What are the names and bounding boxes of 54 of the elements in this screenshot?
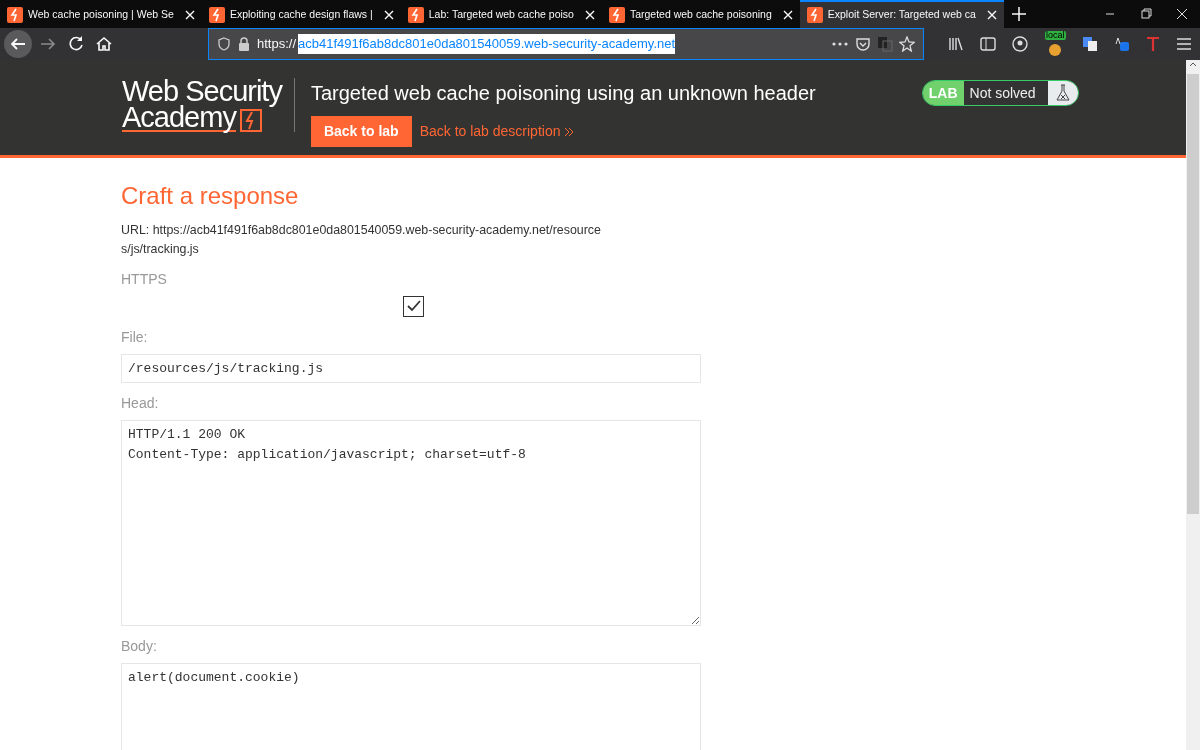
- t-letter-icon[interactable]: [1146, 36, 1160, 52]
- lightning-icon: [806, 7, 823, 23]
- plus-icon: [1011, 7, 1026, 21]
- close-icon[interactable]: [584, 10, 595, 20]
- lab-label: LAB: [922, 81, 964, 105]
- field-label: Body:: [121, 637, 158, 657]
- close-icon[interactable]: [986, 10, 997, 20]
- text-area[interactable]: alert(document.cookie): [121, 663, 701, 750]
- close-icon[interactable]: [184, 10, 195, 20]
- address-bar[interactable]: https://acb41f491f6ab8dc801e0da801540059.web-security-academy.net: [208, 28, 924, 60]
- browser-tab[interactable]: Web cache poisoning | Web Se: [0, 0, 202, 28]
- double-chevron-icon: [564, 126, 575, 137]
- field-label: HTTPS: [121, 269, 168, 289]
- browser-tab[interactable]: Targeted web cache poisoning: [601, 0, 800, 28]
- library-icon[interactable]: [948, 36, 964, 52]
- text-area[interactable]: HTTP/1.1 200 OK Content-Type: application/javascript; charset=utf-8: [121, 420, 701, 627]
- lightning-icon: [208, 7, 225, 23]
- browser-tab[interactable]: Exploit Server: Targeted web ca: [799, 0, 1004, 28]
- page-title: Targeted web cache poisoning using an unknown header: [310, 81, 816, 106]
- account-icon[interactable]: [1012, 36, 1028, 52]
- text-field[interactable]: /resources/js/tracking.js: [121, 353, 701, 384]
- scrollbar-thumb[interactable]: [1187, 74, 1199, 514]
- url-scheme: https://: [257, 35, 297, 54]
- lock-icon: [237, 37, 251, 51]
- translate-icon[interactable]: [1114, 36, 1130, 52]
- google-translate-icon[interactable]: [1082, 36, 1098, 52]
- restore-icon: [1139, 7, 1153, 21]
- pocket-icon[interactable]: [855, 36, 871, 52]
- lightning-icon: [608, 7, 625, 23]
- star-icon[interactable]: [899, 36, 915, 52]
- menu-icon[interactable]: [1176, 36, 1192, 52]
- scrollbar[interactable]: [1186, 60, 1200, 750]
- browser-tab[interactable]: Exploiting cache design flaws |: [201, 0, 401, 28]
- extension-button[interactable]: local: [1044, 31, 1066, 57]
- fox-icon: [1047, 41, 1063, 57]
- back-to-description-link[interactable]: Back to lab description: [419, 121, 575, 142]
- flask-icon: [1054, 84, 1071, 102]
- field-label: File:: [121, 327, 149, 347]
- close-icon[interactable]: [383, 10, 394, 20]
- url-host: acb41f491f6ab8dc801e0da801540059.web-security-academy.net: [298, 34, 676, 54]
- browser-tab[interactable]: Lab: Targeted web cache poiso: [400, 0, 602, 28]
- logo[interactable]: Web Security Academy: [122, 78, 295, 132]
- sidebar-icon[interactable]: [980, 36, 996, 52]
- close-window-icon: [1175, 7, 1189, 21]
- section-heading: Craft a response: [121, 182, 300, 211]
- checkbox[interactable]: [403, 295, 424, 317]
- shield-icon: [217, 37, 231, 51]
- url-text: URL: https://acb41f491f6ab8dc801e0da801540059.web-security-academy.net/resources/js/tracking.js: [121, 221, 602, 258]
- lightning-icon: [407, 7, 424, 23]
- field-label: Head:: [121, 394, 160, 414]
- close-icon[interactable]: [782, 10, 793, 20]
- logo-text: Academy: [122, 104, 236, 132]
- lightning-icon: [7, 7, 23, 23]
- extension-badge: local: [1045, 31, 1066, 40]
